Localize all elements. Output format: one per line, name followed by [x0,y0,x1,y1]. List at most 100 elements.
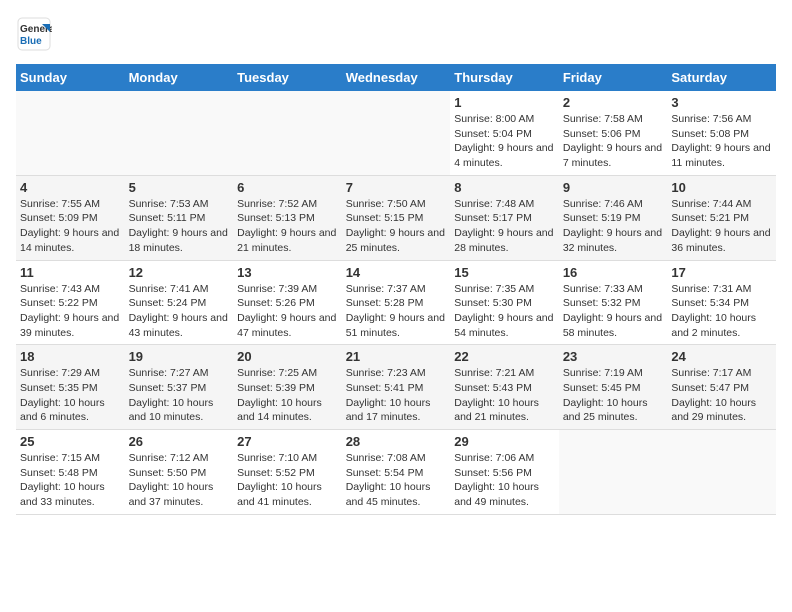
day-info: Sunrise: 7:33 AM Sunset: 5:32 PM Dayligh… [563,282,664,341]
logo-icon: General Blue [16,16,52,52]
weekday-header-row: SundayMondayTuesdayWednesdayThursdayFrid… [16,64,776,91]
calendar-cell [125,91,234,175]
day-info: Sunrise: 7:55 AM Sunset: 5:09 PM Dayligh… [20,197,121,256]
day-info: Sunrise: 7:15 AM Sunset: 5:48 PM Dayligh… [20,451,121,510]
day-number: 2 [563,95,664,110]
day-info: Sunrise: 7:31 AM Sunset: 5:34 PM Dayligh… [671,282,772,341]
svg-text:Blue: Blue [20,36,42,47]
calendar-table: SundayMondayTuesdayWednesdayThursdayFrid… [16,64,776,515]
calendar-week-row: 1 Sunrise: 8:00 AM Sunset: 5:04 PM Daylig… [16,91,776,175]
calendar-cell [559,430,668,515]
day-number: 24 [671,349,772,364]
day-info: Sunrise: 7:06 AM Sunset: 5:56 PM Dayligh… [454,451,555,510]
day-info: Sunrise: 7:37 AM Sunset: 5:28 PM Dayligh… [346,282,447,341]
weekday-header-tuesday: Tuesday [233,64,342,91]
day-info: Sunrise: 7:12 AM Sunset: 5:50 PM Dayligh… [129,451,230,510]
day-number: 21 [346,349,447,364]
calendar-cell: 3 Sunrise: 7:56 AM Sunset: 5:08 PM Daylig… [667,91,776,175]
calendar-week-row: 4 Sunrise: 7:55 AM Sunset: 5:09 PM Daylig… [16,175,776,260]
day-info: Sunrise: 7:43 AM Sunset: 5:22 PM Dayligh… [20,282,121,341]
logo: General Blue [16,16,56,52]
calendar-cell: 10 Sunrise: 7:44 AM Sunset: 5:21 PM Dayli… [667,175,776,260]
day-info: Sunrise: 7:29 AM Sunset: 5:35 PM Dayligh… [20,366,121,425]
calendar-cell: 25Sunrise: 7:15 AM Sunset: 5:48 PM Dayli… [16,430,125,515]
day-number: 5 [129,180,230,195]
calendar-cell: 15 Sunrise: 7:35 AM Sunset: 5:30 PM Dayli… [450,260,559,345]
day-info: Sunrise: 7:10 AM Sunset: 5:52 PM Dayligh… [237,451,338,510]
day-info: Sunrise: 7:53 AM Sunset: 5:11 PM Dayligh… [129,197,230,256]
calendar-cell: 14Sunrise: 7:37 AM Sunset: 5:28 PM Dayli… [342,260,451,345]
calendar-cell: 24 Sunrise: 7:17 AM Sunset: 5:47 PM Dayli… [667,345,776,430]
day-number: 23 [563,349,664,364]
calendar-cell: 21Sunrise: 7:23 AM Sunset: 5:41 PM Dayli… [342,345,451,430]
day-number: 1 [454,95,555,110]
calendar-cell: 6 Sunrise: 7:52 AM Sunset: 5:13 PM Daylig… [233,175,342,260]
day-number: 7 [346,180,447,195]
calendar-cell: 28Sunrise: 7:08 AM Sunset: 5:54 PM Dayli… [342,430,451,515]
calendar-cell: 23 Sunrise: 7:19 AM Sunset: 5:45 PM Dayli… [559,345,668,430]
day-number: 3 [671,95,772,110]
calendar-cell: 8 Sunrise: 7:48 AM Sunset: 5:17 PM Daylig… [450,175,559,260]
weekday-header-friday: Friday [559,64,668,91]
day-info: Sunrise: 8:00 AM Sunset: 5:04 PM Dayligh… [454,112,555,171]
day-info: Sunrise: 7:58 AM Sunset: 5:06 PM Dayligh… [563,112,664,171]
day-info: Sunrise: 7:52 AM Sunset: 5:13 PM Dayligh… [237,197,338,256]
day-number: 29 [454,434,555,449]
day-info: Sunrise: 7:46 AM Sunset: 5:19 PM Dayligh… [563,197,664,256]
calendar-cell: 4 Sunrise: 7:55 AM Sunset: 5:09 PM Daylig… [16,175,125,260]
day-number: 8 [454,180,555,195]
day-info: Sunrise: 7:25 AM Sunset: 5:39 PM Dayligh… [237,366,338,425]
calendar-cell [233,91,342,175]
day-number: 6 [237,180,338,195]
day-info: Sunrise: 7:19 AM Sunset: 5:45 PM Dayligh… [563,366,664,425]
day-number: 12 [129,265,230,280]
calendar-cell [16,91,125,175]
day-info: Sunrise: 7:21 AM Sunset: 5:43 PM Dayligh… [454,366,555,425]
calendar-cell: 27 Sunrise: 7:10 AM Sunset: 5:52 PM Dayli… [233,430,342,515]
day-info: Sunrise: 7:56 AM Sunset: 5:08 PM Dayligh… [671,112,772,171]
day-info: Sunrise: 7:48 AM Sunset: 5:17 PM Dayligh… [454,197,555,256]
day-number: 20 [237,349,338,364]
day-info: Sunrise: 7:35 AM Sunset: 5:30 PM Dayligh… [454,282,555,341]
calendar-cell: 29 Sunrise: 7:06 AM Sunset: 5:56 PM Dayli… [450,430,559,515]
day-number: 27 [237,434,338,449]
calendar-week-row: 25Sunrise: 7:15 AM Sunset: 5:48 PM Dayli… [16,430,776,515]
weekday-header-monday: Monday [125,64,234,91]
day-number: 11 [20,265,121,280]
calendar-cell [342,91,451,175]
weekday-header-wednesday: Wednesday [342,64,451,91]
day-info: Sunrise: 7:27 AM Sunset: 5:37 PM Dayligh… [129,366,230,425]
day-info: Sunrise: 7:08 AM Sunset: 5:54 PM Dayligh… [346,451,447,510]
calendar-cell: 17 Sunrise: 7:31 AM Sunset: 5:34 PM Dayli… [667,260,776,345]
calendar-cell: 18 Sunrise: 7:29 AM Sunset: 5:35 PM Dayli… [16,345,125,430]
day-info: Sunrise: 7:39 AM Sunset: 5:26 PM Dayligh… [237,282,338,341]
day-info: Sunrise: 7:41 AM Sunset: 5:24 PM Dayligh… [129,282,230,341]
day-number: 16 [563,265,664,280]
day-number: 18 [20,349,121,364]
calendar-week-row: 18 Sunrise: 7:29 AM Sunset: 5:35 PM Dayli… [16,345,776,430]
calendar-header: SundayMondayTuesdayWednesdayThursdayFrid… [16,64,776,91]
day-info: Sunrise: 7:17 AM Sunset: 5:47 PM Dayligh… [671,366,772,425]
day-number: 17 [671,265,772,280]
calendar-body: 1 Sunrise: 8:00 AM Sunset: 5:04 PM Daylig… [16,91,776,514]
day-number: 15 [454,265,555,280]
day-number: 19 [129,349,230,364]
calendar-cell: 26Sunrise: 7:12 AM Sunset: 5:50 PM Dayli… [125,430,234,515]
weekday-header-sunday: Sunday [16,64,125,91]
weekday-header-saturday: Saturday [667,64,776,91]
calendar-cell [667,430,776,515]
calendar-cell: 11 Sunrise: 7:43 AM Sunset: 5:22 PM Dayli… [16,260,125,345]
calendar-cell: 16 Sunrise: 7:33 AM Sunset: 5:32 PM Dayli… [559,260,668,345]
calendar-cell: 2 Sunrise: 7:58 AM Sunset: 5:06 PM Daylig… [559,91,668,175]
page-header: General Blue [16,16,776,52]
day-number: 22 [454,349,555,364]
calendar-cell: 1 Sunrise: 8:00 AM Sunset: 5:04 PM Daylig… [450,91,559,175]
weekday-header-thursday: Thursday [450,64,559,91]
day-number: 9 [563,180,664,195]
calendar-cell: 7Sunrise: 7:50 AM Sunset: 5:15 PM Daylig… [342,175,451,260]
day-info: Sunrise: 7:44 AM Sunset: 5:21 PM Dayligh… [671,197,772,256]
calendar-cell: 20 Sunrise: 7:25 AM Sunset: 5:39 PM Dayli… [233,345,342,430]
day-number: 10 [671,180,772,195]
day-number: 4 [20,180,121,195]
calendar-cell: 5 Sunrise: 7:53 AM Sunset: 5:11 PM Daylig… [125,175,234,260]
